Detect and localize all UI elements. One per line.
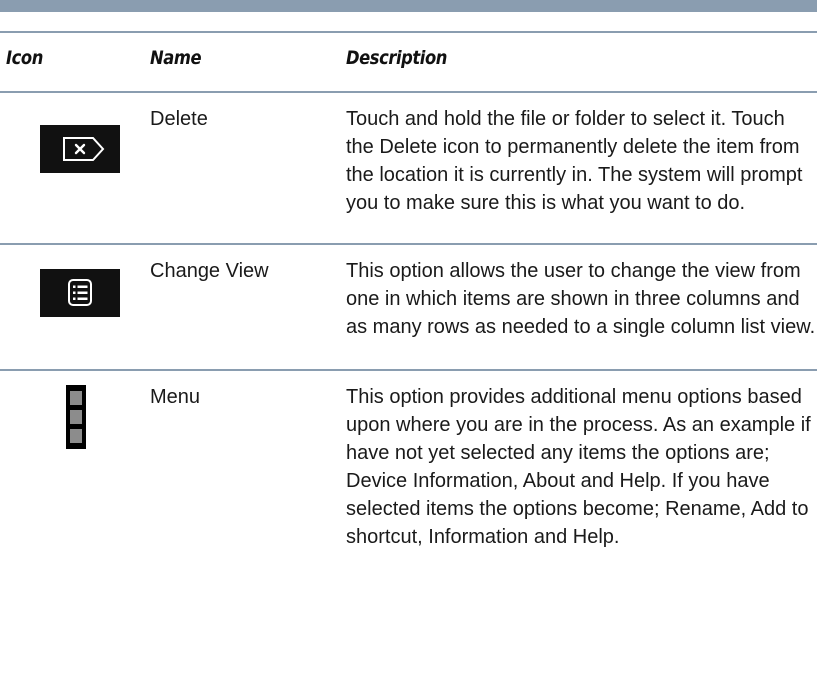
top-rule xyxy=(0,0,817,12)
row-description: Touch and hold the file or folder to sel… xyxy=(346,108,803,214)
icon-table: Icon Name Description Delete Touch and h… xyxy=(0,31,817,649)
row-name: Delete xyxy=(150,108,208,130)
row-name: Menu xyxy=(150,386,201,408)
header-icon: Icon xyxy=(6,47,43,69)
table-header: Icon Name Description xyxy=(0,31,817,93)
row-description: This option allows the user to change th… xyxy=(346,260,816,338)
table-row: Menu This option provides additional men… xyxy=(0,371,817,649)
change-view-icon xyxy=(40,269,120,317)
header-name: Name xyxy=(150,47,202,69)
delete-icon xyxy=(40,125,120,173)
menu-icon xyxy=(66,385,86,449)
table-row: Change View This option allows the user … xyxy=(0,245,817,371)
row-description: This option provides additional menu opt… xyxy=(346,386,811,548)
row-name: Change View xyxy=(150,260,269,282)
header-description: Description xyxy=(346,47,447,69)
table-row: Delete Touch and hold the file or folder… xyxy=(0,93,817,245)
